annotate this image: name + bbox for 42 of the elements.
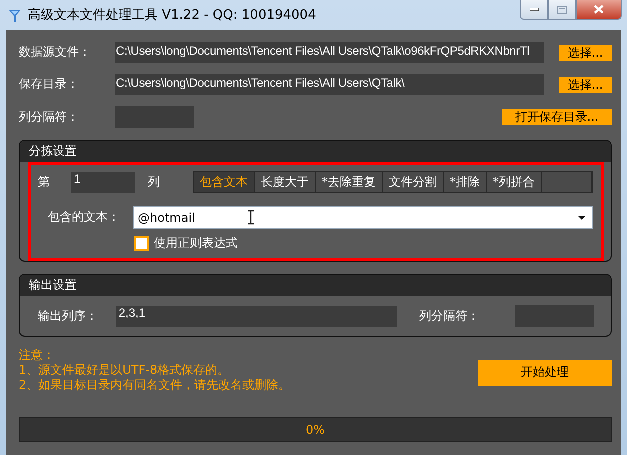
- minimize-icon: [530, 8, 538, 11]
- field-label: 输出列序：: [38, 308, 99, 324]
- open-folder-button[interactable]: 打开保存目录...: [502, 109, 612, 125]
- field-label: 数据源文件：: [19, 44, 92, 61]
- window-title: 高级文本文件处理工具 V1.22 - QQ: 100194004: [28, 7, 316, 24]
- checkbox[interactable]: [134, 236, 149, 251]
- column-label: 列: [148, 174, 161, 190]
- note-text: 注意：: [19, 348, 56, 363]
- checkbox-label: 使用正则表达式: [154, 235, 238, 252]
- close-icon: [594, 5, 604, 14]
- tab[interactable]: *去除重复: [316, 172, 383, 192]
- note-text: 2、如果目标目录内有同名文件，请先改名或删除。: [19, 378, 291, 393]
- maximize-icon: [557, 6, 567, 14]
- dropdown-arrow-icon: [578, 216, 586, 220]
- tab[interactable]: *列拼合: [487, 172, 542, 192]
- close-button[interactable]: [576, 0, 622, 20]
- field-label: 包含的文本：: [47, 209, 121, 226]
- column-label: 第: [38, 174, 51, 190]
- minimize-button[interactable]: [520, 0, 548, 20]
- separator-field[interactable]: [115, 106, 194, 128]
- browse-button[interactable]: 选择...: [559, 44, 612, 60]
- tab[interactable]: 文件分割: [383, 172, 444, 192]
- field-label: 列分隔符：: [419, 308, 480, 324]
- funnel-icon: [8, 8, 22, 22]
- path-field[interactable]: C:\Users\long\Documents\Tencent Files\All Users\QTalk\o96kFrQP5dRKXNbnrTl: [115, 42, 544, 63]
- start-button[interactable]: 开始处理: [478, 360, 612, 386]
- browse-button[interactable]: 选择...: [559, 76, 612, 92]
- text-cursor-icon: [247, 210, 256, 225]
- column-order-field[interactable]: 2,3,1: [116, 306, 398, 326]
- column-field[interactable]: 1: [71, 172, 135, 192]
- field-label: 列分隔符：: [19, 108, 80, 126]
- path-field[interactable]: C:\Users\long\Documents\Tencent Files\All Users\QTalk\: [115, 74, 544, 95]
- group-title: 输出设置: [20, 275, 611, 296]
- tab[interactable]: *排除: [444, 172, 487, 192]
- group-title: 分拣设置: [20, 141, 611, 162]
- note-text: 1、源文件最好是以UTF-8格式保存的。: [19, 363, 231, 378]
- tab[interactable]: [542, 172, 592, 192]
- field-label: 保存目录：: [19, 76, 80, 93]
- text-combobox[interactable]: @hotmail: [133, 206, 593, 229]
- separator-field[interactable]: [515, 305, 594, 327]
- maximize-button[interactable]: [548, 0, 576, 20]
- tab[interactable]: 长度大于: [255, 172, 316, 192]
